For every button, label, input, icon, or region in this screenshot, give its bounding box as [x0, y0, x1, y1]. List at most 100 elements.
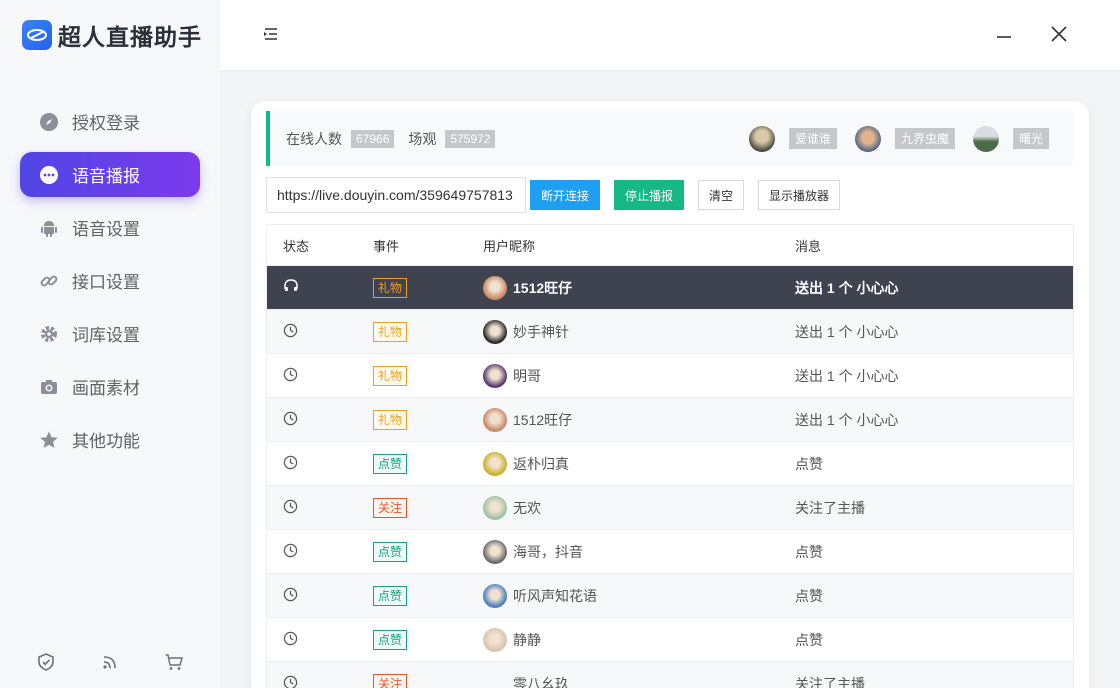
status-cell — [267, 278, 357, 297]
nickname: 1512旺仔 — [513, 279, 573, 296]
compass-icon — [38, 111, 60, 133]
table-row[interactable]: 礼物 1512旺仔 送出 1 个 小心心 — [267, 397, 1073, 441]
event-tag: 点赞 — [373, 453, 408, 474]
stop-broadcast-button[interactable]: 停止播报 — [614, 180, 685, 210]
nickname-cell: 妙手神针 — [467, 319, 781, 344]
event-tag: 点赞 — [373, 585, 408, 606]
show-player-button[interactable]: 显示播放器 — [758, 180, 841, 210]
broadcast-card: 在线人数 67966 场观 575972 爱谁谁 九界虫魔 曙光 断开连接 停止… — [251, 101, 1089, 688]
viewer-name: 爱谁谁 — [788, 128, 837, 149]
event-cell: 礼物 — [357, 409, 467, 430]
sidebar-item-api-settings[interactable]: 接口设置 — [20, 258, 200, 303]
sidebar-item-media-assets[interactable]: 画面素材 — [20, 364, 200, 409]
sidebar-item-lexicon-settings[interactable]: 词库设置 — [20, 311, 200, 356]
table-row[interactable]: 点赞 返朴归真 点赞 — [267, 441, 1073, 485]
cart-icon[interactable] — [162, 650, 186, 674]
clock-icon — [283, 499, 298, 517]
event-cell: 礼物 — [357, 277, 467, 298]
table-row[interactable]: 礼物 明哥 送出 1 个 小心心 — [267, 353, 1073, 397]
rss-icon[interactable] — [98, 650, 122, 674]
clear-button[interactable]: 清空 — [698, 180, 745, 210]
disconnect-button[interactable]: 断开连接 — [530, 180, 601, 210]
nickname: 无欢 — [513, 499, 541, 516]
viewer-item: 爱谁谁 — [748, 125, 837, 152]
topbar — [220, 0, 1120, 70]
sidebar-item-auth-login[interactable]: 授权登录 — [20, 99, 200, 144]
star-icon — [38, 429, 60, 451]
avatar — [483, 627, 507, 652]
sidebar-item-other-features[interactable]: 其他功能 — [20, 417, 200, 462]
online-count-value: 67966 — [351, 129, 395, 148]
status-cell — [267, 543, 357, 561]
nickname-cell: 静静 — [467, 627, 781, 652]
app-logo-icon — [22, 20, 52, 50]
message-cell: 点赞 — [795, 631, 823, 648]
status-cell — [267, 631, 357, 649]
events-table: 状态 事件 用户昵称 消息 礼物 1512旺仔 送出 1 个 小心心 礼物 妙手神针 送出… — [266, 224, 1074, 688]
minimize-icon[interactable] — [996, 25, 1020, 49]
event-cell: 关注 — [357, 497, 467, 518]
sidebar-item-label: 语音播报 — [72, 167, 140, 186]
nickname: 静静 — [513, 631, 541, 648]
sidebar-item-label: 画面素材 — [72, 379, 140, 398]
clock-icon — [283, 543, 298, 561]
app-title: 超人直播助手 — [58, 24, 202, 50]
clock-icon — [283, 455, 298, 473]
table-row[interactable]: 点赞 静静 点赞 — [267, 617, 1073, 661]
status-cell — [267, 455, 357, 473]
table-row[interactable]: 点赞 海哥，抖音 点赞 — [267, 529, 1073, 573]
message-cell: 送出 1 个 小心心 — [795, 323, 899, 340]
event-cell: 礼物 — [357, 321, 467, 342]
avatar — [483, 583, 507, 608]
event-tag: 关注 — [373, 673, 408, 688]
event-cell: 点赞 — [357, 541, 467, 562]
table-row[interactable]: 点赞 听风声知花语 点赞 — [267, 573, 1073, 617]
table-body: 礼物 1512旺仔 送出 1 个 小心心 礼物 妙手神针 送出 1 个 小心心 礼物 明哥 送出… — [267, 265, 1073, 688]
sidebar-item-label: 接口设置 — [72, 273, 140, 292]
nickname: 明哥 — [513, 367, 541, 384]
sidebar-item-voice-broadcast[interactable]: 语音播报 — [20, 152, 200, 197]
status-cell — [267, 323, 357, 341]
event-tag: 关注 — [373, 497, 408, 518]
table-row[interactable]: 关注 零八幺玖 关注了主播 — [267, 661, 1073, 688]
table-row[interactable]: 关注 无欢 关注了主播 — [267, 485, 1073, 529]
brand: 超人直播助手 — [22, 18, 202, 52]
android-icon — [38, 217, 60, 239]
nickname-cell: 1512旺仔 — [467, 407, 781, 432]
avatar — [483, 363, 507, 388]
close-icon[interactable] — [1050, 25, 1074, 49]
sidebar-item-voice-settings[interactable]: 语音设置 — [20, 205, 200, 250]
nickname-cell: 明哥 — [467, 363, 781, 388]
nickname-cell: 零八幺玖 — [467, 672, 781, 688]
gear-icon — [38, 323, 60, 345]
event-tag: 点赞 — [373, 629, 408, 650]
avatar — [483, 495, 507, 520]
nickname-cell: 海哥，抖音 — [467, 539, 781, 564]
status-cell — [267, 675, 357, 688]
message-cell: 送出 1 个 小心心 — [795, 411, 899, 428]
message-cell: 关注了主播 — [795, 499, 865, 516]
header-message: 消息 — [795, 238, 822, 254]
status-cell — [267, 411, 357, 429]
table-row[interactable]: 礼物 妙手神针 送出 1 个 小心心 — [267, 309, 1073, 353]
nickname-cell: 1512旺仔 — [467, 275, 781, 300]
session-views-value: 575972 — [445, 129, 496, 148]
clock-icon — [283, 411, 298, 429]
live-url-input[interactable] — [266, 177, 526, 213]
message-cell: 点赞 — [795, 455, 823, 472]
sidebar-item-label: 其他功能 — [72, 432, 140, 451]
nickname-cell: 返朴归真 — [467, 451, 781, 476]
nickname: 听风声知花语 — [513, 587, 597, 604]
viewer-name: 九界虫魔 — [894, 128, 955, 149]
header-nickname: 用户昵称 — [483, 238, 536, 254]
headphones-icon — [283, 279, 299, 297]
sidebar-footer — [0, 650, 220, 674]
sidebar: 超人直播助手 授权登录 语音播报 语音设置 接口设置 词库设置 画面素材 其他功… — [0, 0, 220, 688]
sidebar-item-label: 授权登录 — [72, 114, 140, 133]
menu-fold-icon[interactable] — [262, 25, 284, 47]
table-row[interactable]: 礼物 1512旺仔 送出 1 个 小心心 — [267, 265, 1073, 309]
shield-check-icon[interactable] — [34, 650, 58, 674]
status-cell — [267, 499, 357, 517]
message-cell: 送出 1 个 小心心 — [795, 367, 899, 384]
event-cell: 点赞 — [357, 585, 467, 606]
